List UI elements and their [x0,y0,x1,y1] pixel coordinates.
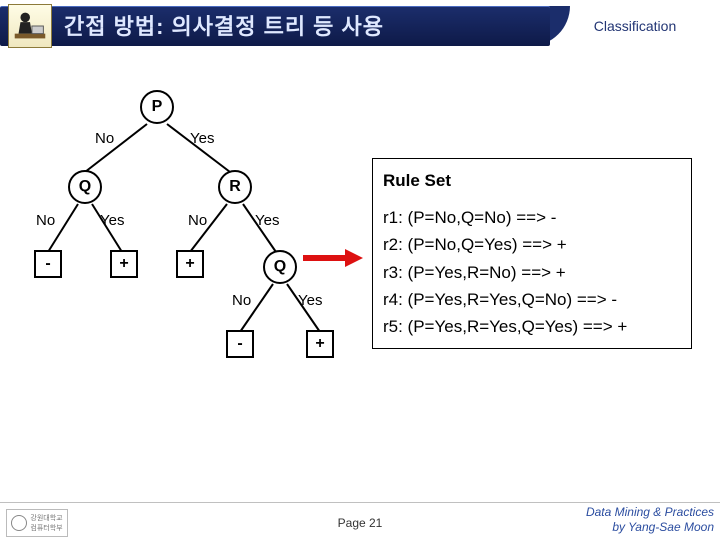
edge-label-yes: Yes [255,212,279,229]
arrow-icon [303,248,363,268]
edge-label-yes: Yes [190,130,214,147]
rule-r4: r4: (P=Yes,R=Yes,Q=No) ==> - [383,286,681,313]
page-number: Page 21 [338,516,383,530]
logo-circle-icon [11,515,27,531]
rule-r5: r5: (P=Yes,R=Yes,Q=Yes) ==> + [383,313,681,340]
edge-label-no: No [95,130,114,147]
tree-node-r: R [218,170,252,204]
edge-label-no: No [188,212,207,229]
tree-node-p: P [140,90,174,124]
rule-r2: r2: (P=No,Q=Yes) ==> + [383,231,681,258]
decision-tree: P No Yes Q No Yes R No Yes - + + Q No Ye… [30,90,330,430]
edge-label-yes: Yes [100,212,124,229]
logo-text: 강원대학교컴퓨터학부 [30,513,62,533]
leaf-minus: - [226,330,254,358]
university-logo: 강원대학교컴퓨터학부 [6,509,68,537]
section-label: Classification [550,6,720,46]
slide-title: 간접 방법: 의사결정 트리 등 사용 [64,9,384,41]
credit-line-1: Data Mining & Practices [586,505,714,519]
tree-node-q-left: Q [68,170,102,204]
slide-footer: 강원대학교컴퓨터학부 Page 21 Data Mining & Practic… [0,502,720,540]
slide-header: 간접 방법: 의사결정 트리 등 사용 Classification [0,0,720,48]
leaf-plus: + [110,250,138,278]
person-desk-icon [8,4,52,48]
tree-node-q-right: Q [263,250,297,284]
edge-label-no: No [232,292,251,309]
rule-set-box: Rule Set r1: (P=No,Q=No) ==> - r2: (P=No… [372,158,692,349]
rule-r1: r1: (P=No,Q=No) ==> - [383,204,681,231]
rule-r3: r3: (P=Yes,R=No) ==> + [383,259,681,286]
leaf-minus: - [34,250,62,278]
edge-label-yes: Yes [298,292,322,309]
footer-credit: Data Mining & Practices by Yang-Sae Moon [586,505,714,534]
credit-line-2: by Yang-Sae Moon [586,520,714,534]
rule-set-title: Rule Set [383,167,681,194]
leaf-plus: + [306,330,334,358]
edge-label-no: No [36,212,55,229]
leaf-plus: + [176,250,204,278]
